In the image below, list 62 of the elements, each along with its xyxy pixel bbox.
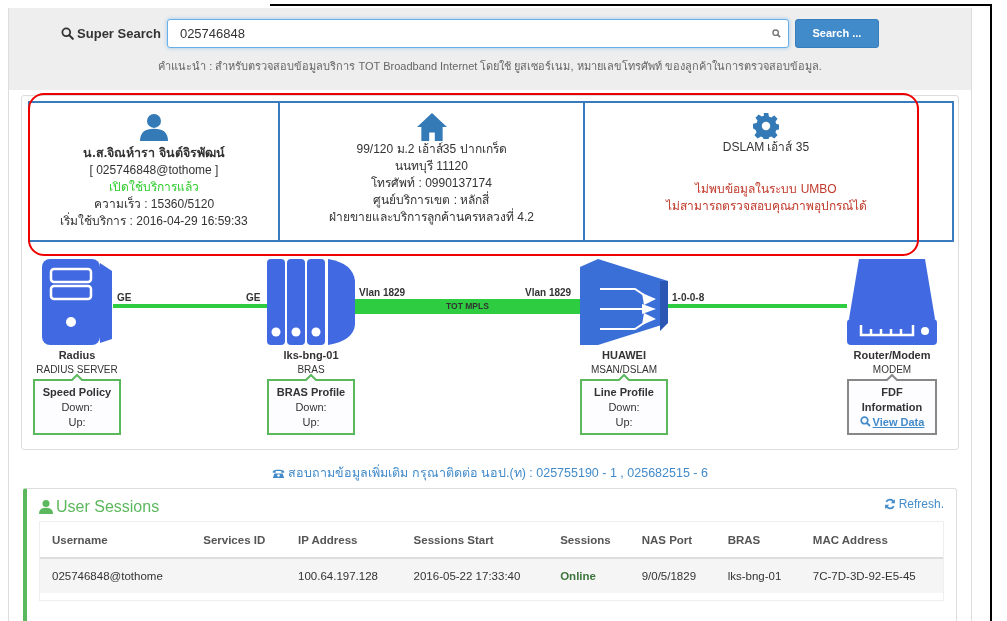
profile-callout: Speed Policy Down: Up: — [33, 379, 121, 435]
info-text: ความเร็ว : 15360/5120 — [93, 197, 215, 211]
gear-icon — [753, 113, 779, 139]
table-cell: 025746848@tothome — [52, 570, 163, 582]
user-icon — [140, 113, 168, 141]
table-cell: 2016-05-22 17:33:40 — [413, 570, 521, 582]
home-icon — [416, 113, 447, 141]
link-label: TOT MPLS — [445, 300, 490, 313]
profile-callout: Line Profile Down: Up: — [580, 379, 668, 435]
info-text: เริ่มใช้บริการ : 2016-04-29 16:59:33 — [60, 214, 248, 228]
search-hint: คำแนะนำ : สำหรับตรวจสอบข้อมูลบริการ TOT Broadband Internet โดยใช้ ยูสเซอร์เนม, หมายเลขโทรศัพท์ ของลูกค้าในการตรวจสอบข้อมูล. — [158, 60, 822, 72]
info-text: [ 025746848@tothome ] — [89, 163, 219, 177]
info-text: ศูนย์บริการเขต : หลักสี่ — [373, 193, 490, 207]
table-cell: lks-bng-01 — [727, 570, 782, 582]
info-text: DSLAM เอ้าส์ 35 — [722, 140, 810, 154]
error-message: ไม่สามารถตรวจสอบคุณภาพอุปกรณ์ได้ — [665, 199, 867, 213]
device-type: BRAS — [296, 363, 326, 377]
bras-icon — [267, 259, 355, 345]
modem-icon — [847, 259, 937, 345]
search-icon — [859, 416, 871, 427]
customer-name: น.ส.จิณห์ารา จินต์จิรพัฒน์ — [83, 146, 225, 160]
profile-callout: BRAS Profile Down: Up: — [267, 379, 355, 435]
search-icon — [61, 27, 75, 40]
device-name: HUAWEI — [601, 348, 647, 363]
server-icon — [42, 259, 112, 345]
callout-pointer — [305, 374, 317, 381]
callout-pointer — [886, 374, 898, 381]
device-name: Router/Modem — [852, 348, 932, 363]
refresh-link[interactable]: Refresh. — [883, 494, 944, 513]
info-text: นนทบุรี 11120 — [395, 159, 468, 173]
link-label: GE — [117, 291, 132, 305]
phone-icon — [272, 467, 286, 479]
search-button[interactable]: Search ... — [794, 19, 879, 48]
table-cell: 9/0/5/1829 — [641, 570, 697, 582]
view-data-link[interactable]: View Data — [859, 416, 925, 428]
callout-pointer — [618, 374, 630, 381]
switch-icon — [580, 259, 668, 345]
info-text: โทรศัพท์ : 0990137174 — [371, 176, 492, 190]
contact-info: สอบถามข้อมูลเพิ่มเติม กรุณาติดต่อ นอป.(ท) : 025755190 - 1 , 025682515 - 6 — [288, 464, 708, 483]
error-message: ไม่พบข้อมูลในระบบ UMBO — [695, 182, 837, 196]
link-label: 1-0-0-8 — [672, 291, 705, 305]
search-label: Super Search — [77, 24, 161, 43]
device-type: MSAN/DSLAM — [589, 363, 659, 377]
callout-pointer — [71, 374, 83, 381]
device-name: lks-bng-01 — [282, 348, 340, 363]
link-label: Vlan 1829 — [525, 286, 572, 300]
device-name: Radius — [57, 348, 97, 363]
refresh-icon — [883, 497, 896, 510]
user-icon — [39, 499, 53, 515]
service-status: เปิดใช้บริการแล้ว — [109, 180, 199, 194]
info-callout: FDF Information View Data — [847, 379, 937, 435]
sessions-title: User Sessions — [56, 496, 160, 517]
device-type: MODEM — [871, 363, 913, 377]
search-field[interactable]: 025746848 — [166, 19, 789, 48]
search-icon — [771, 29, 781, 38]
table-cell: 100.64.197.128 — [298, 570, 378, 582]
device-type: RADIUS SERVER — [35, 363, 119, 377]
link-label: Vlan 1829 — [359, 286, 406, 300]
link-label: GE — [246, 291, 261, 305]
info-text: 99/120 ม.2 เอ้าส์35 ปากเกร็ด — [356, 142, 507, 156]
session-status: Online — [560, 570, 596, 582]
table-cell: 7C-7D-3D-92-E5-45 — [812, 570, 916, 582]
